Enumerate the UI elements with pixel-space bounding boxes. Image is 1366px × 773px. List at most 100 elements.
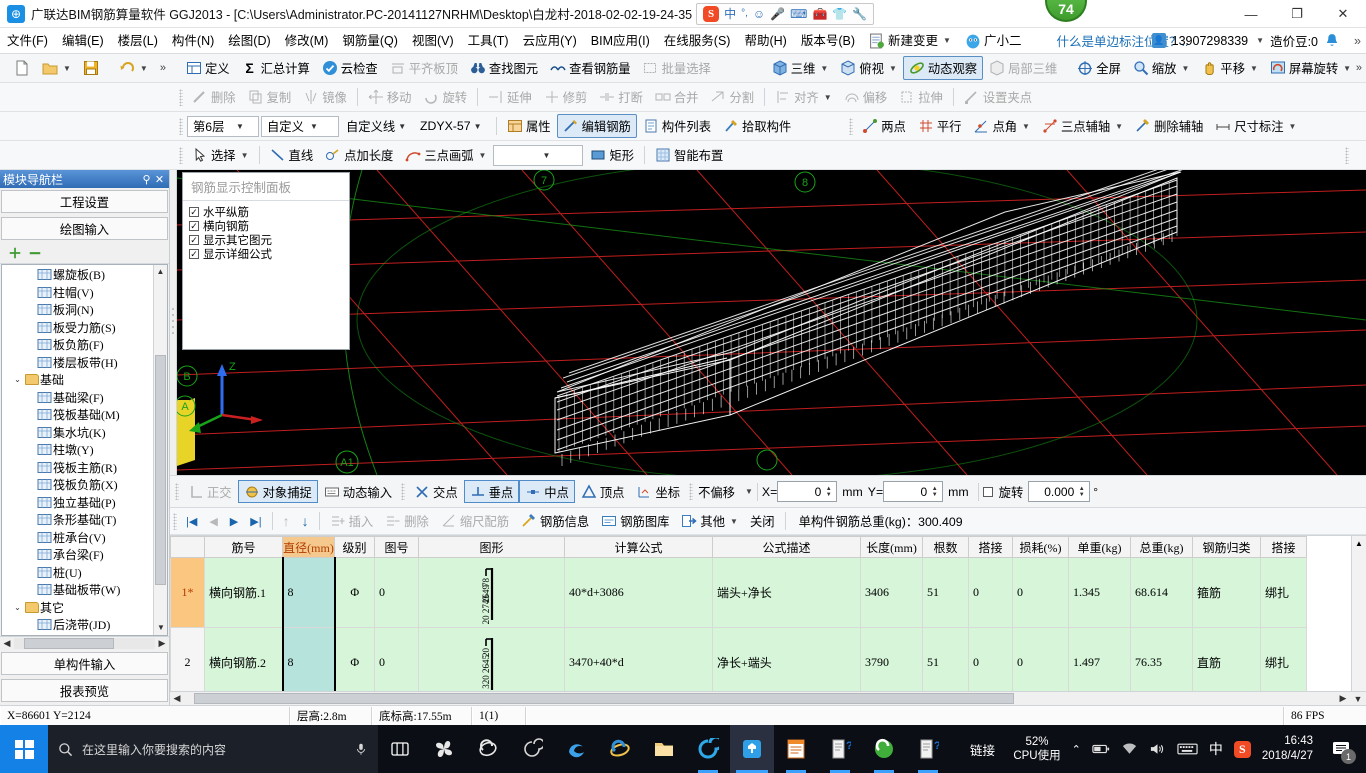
- snap-toolbar[interactable]: 正交 对象捕捉 动态输入 交点 垂点 中点 顶点 坐标 不偏移 ▼ X= 0▲▼…: [170, 475, 1366, 508]
- extend-button[interactable]: 延伸: [482, 85, 538, 109]
- scroll-left-icon[interactable]: ◀: [0, 638, 14, 649]
- toolbar-grip[interactable]: [179, 118, 183, 135]
- other-button[interactable]: 其他▼: [675, 510, 744, 532]
- edit-toolbar[interactable]: 删除 复制 镜像 移动 旋转 延伸 修剪 打断 合并 分割 对齐▼ 偏移 拉伸 …: [0, 83, 1366, 112]
- rebar-panel-item-0[interactable]: ✓水平纵筋: [183, 205, 349, 219]
- rotate-checkbox[interactable]: [983, 487, 993, 497]
- menu-item-rebar-qty[interactable]: 钢筋量(Q): [335, 28, 405, 54]
- bell-icon[interactable]: [1324, 33, 1340, 49]
- tree-item-8[interactable]: 筏板基础(M): [4, 406, 167, 424]
- fan-icon[interactable]: [422, 725, 466, 773]
- link-label[interactable]: 链接: [970, 740, 995, 759]
- rotate-spinner[interactable]: ▲▼: [1076, 486, 1087, 498]
- copy-button[interactable]: 复制: [242, 85, 298, 109]
- find-element-button[interactable]: 查找图元: [464, 56, 544, 80]
- rebar-name[interactable]: 横向钢筋.1: [205, 558, 283, 628]
- grid-toolbar[interactable]: |◀ ◀ ▶ ▶| ↑ ↓ 插入 删除 缩尺配筋 钢筋信息 钢筋图库 其他▼ 关…: [170, 508, 1366, 535]
- tree-item-9[interactable]: 集水坑(K): [4, 424, 167, 442]
- chevron-down-icon[interactable]: ▼: [1115, 122, 1123, 131]
- tree-item-20[interactable]: 后浇带(JD): [4, 616, 167, 634]
- table-header-总重(kg)[interactable]: 总重(kg): [1131, 537, 1193, 558]
- checkbox[interactable]: ✓: [189, 235, 199, 245]
- three-point-arc-button[interactable]: 三点画弧▼: [399, 143, 492, 167]
- stretch-button[interactable]: 拉伸: [893, 85, 949, 109]
- type-select[interactable]: 自定义线▼: [341, 116, 413, 137]
- menu-item-help[interactable]: 帮助(H): [737, 28, 793, 54]
- menu-item-floor[interactable]: 楼层(L): [111, 28, 165, 54]
- chevron-down-icon[interactable]: ▼: [943, 28, 951, 54]
- volume-icon[interactable]: [1149, 742, 1166, 756]
- scroll-down-icon[interactable]: ▼: [1351, 694, 1365, 704]
- ime-cn-icon[interactable]: 中: [1209, 739, 1223, 759]
- table-header-级别[interactable]: 级别: [335, 537, 375, 558]
- rectangle-tool-button[interactable]: 矩形: [584, 143, 640, 167]
- rotate-button[interactable]: 旋转: [417, 85, 473, 109]
- zoom-button[interactable]: 缩放 ▼: [1127, 56, 1196, 80]
- lap-type[interactable]: 绑扎: [1261, 628, 1307, 692]
- parallel-button[interactable]: 平行: [912, 114, 968, 138]
- help-doc-icon[interactable]: ?: [818, 725, 862, 773]
- summary-calc-button[interactable]: Σ 汇总计算: [236, 56, 316, 80]
- folder-icon[interactable]: [642, 725, 686, 773]
- screen-rotate-button[interactable]: 屏幕旋转 ▼: [1264, 56, 1357, 80]
- object-snap-button[interactable]: 对象捕捉: [238, 480, 318, 503]
- break-button[interactable]: 打断: [593, 85, 649, 109]
- chevron-down-icon[interactable]: ▼: [1256, 36, 1264, 45]
- properties-button[interactable]: 属性: [501, 114, 557, 138]
- tree-item-1[interactable]: 柱帽(V): [4, 284, 167, 302]
- menu-item-component[interactable]: 构件(N): [165, 28, 221, 54]
- rebar-panel-item-3[interactable]: ✓显示详细公式: [183, 247, 349, 261]
- tree-item-4[interactable]: 板负筋(F): [4, 336, 167, 354]
- define-button[interactable]: 定义: [180, 56, 236, 80]
- rebar-loss[interactable]: 0: [1013, 628, 1069, 692]
- sogou-s-icon[interactable]: S: [703, 6, 719, 22]
- toolbar-grip[interactable]: [173, 513, 177, 530]
- new-change-button[interactable]: 新建变更 ▼: [862, 28, 958, 54]
- toolbar-grip[interactable]: [175, 483, 179, 500]
- sidebar-item-single-component-input[interactable]: 单构件输入: [1, 652, 168, 675]
- top-view-button[interactable]: 俯视 ▼: [834, 56, 903, 80]
- tree-item-0[interactable]: 螺旋板(B): [4, 266, 167, 284]
- keyboard-icon[interactable]: [1177, 742, 1198, 756]
- move-down-button[interactable]: ↓: [296, 513, 315, 529]
- checkbox[interactable]: ✓: [189, 221, 199, 231]
- draw-toolbar[interactable]: 选择▼ 直线 点加长度 三点画弧▼ ▼ 矩形 智能布置: [0, 141, 1366, 170]
- rebar-diameter[interactable]: 8: [283, 558, 335, 628]
- rebar-panel-item-2[interactable]: ✓显示其它图元: [183, 233, 349, 247]
- chevron-down-icon[interactable]: ▼: [471, 122, 485, 131]
- chevron-up-icon[interactable]: ⌃: [1072, 743, 1081, 756]
- toolbar-grip[interactable]: [849, 118, 853, 135]
- toolbar-grip[interactable]: [689, 483, 693, 500]
- browser360-icon[interactable]: [686, 725, 730, 773]
- rebar-shape[interactable]: 782649320 2743: [419, 558, 565, 628]
- battery-icon[interactable]: [1092, 742, 1110, 756]
- offset-button[interactable]: 偏移: [838, 85, 894, 109]
- chevron-down-icon[interactable]: ▼: [824, 93, 832, 102]
- window-controls[interactable]: — ❐ ✕: [1228, 0, 1366, 28]
- batch-select-button[interactable]: 批量选择: [637, 56, 717, 80]
- tree-item-11[interactable]: 筏板主筋(R): [4, 459, 167, 477]
- draw-mode-select[interactable]: ▼: [493, 145, 583, 166]
- hscroll-track[interactable]: [14, 638, 155, 649]
- merge-button[interactable]: 合并: [649, 85, 705, 109]
- maximize-button[interactable]: ❐: [1274, 0, 1320, 28]
- menu-overflow-icon[interactable]: »: [1354, 34, 1361, 48]
- green-browser-icon[interactable]: [862, 725, 906, 773]
- close-button[interactable]: ✕: [1320, 0, 1366, 28]
- expander-icon[interactable]: ⌄: [12, 603, 23, 612]
- view-rebar-button[interactable]: 查看钢筋量: [544, 56, 637, 80]
- line-tool-button[interactable]: 直线: [264, 143, 320, 167]
- table-header-筋号[interactable]: 筋号: [205, 537, 283, 558]
- table-header-搭接[interactable]: 搭接: [969, 537, 1013, 558]
- edit-rebar-button[interactable]: 编辑钢筋: [557, 114, 637, 138]
- chevron-down-icon[interactable]: ▼: [1181, 64, 1189, 73]
- chevron-down-icon[interactable]: ▼: [889, 64, 897, 73]
- toolbar-overflow-icon[interactable]: »: [160, 62, 166, 74]
- minimize-button[interactable]: —: [1228, 0, 1274, 28]
- y-input[interactable]: 0▲▼: [883, 481, 943, 502]
- insert-row-button[interactable]: 插入: [324, 510, 380, 532]
- three-point-axis-button[interactable]: 三点辅轴▼: [1036, 114, 1129, 138]
- wifi-icon[interactable]: [1121, 742, 1138, 756]
- smiley-icon[interactable]: ☺: [753, 7, 765, 21]
- total-weight[interactable]: 76.35: [1131, 628, 1193, 692]
